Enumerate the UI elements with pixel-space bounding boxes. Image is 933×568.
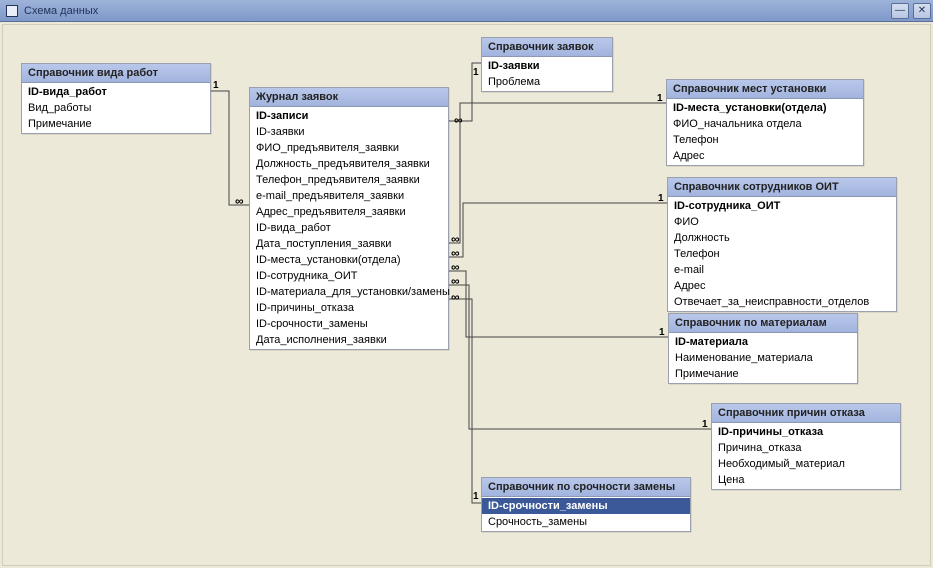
field[interactable]: Необходимый_материал bbox=[712, 456, 900, 472]
field[interactable]: ID-материала bbox=[669, 334, 857, 350]
field[interactable]: Примечание bbox=[22, 116, 210, 132]
svg-text:1: 1 bbox=[473, 67, 479, 78]
close-button[interactable]: ✕ bbox=[913, 3, 931, 19]
field[interactable]: Примечание bbox=[669, 366, 857, 382]
field[interactable]: Телефон_предъявителя_заявки bbox=[250, 172, 448, 188]
table-header[interactable]: Журнал заявок bbox=[250, 88, 448, 107]
svg-text:∞: ∞ bbox=[451, 260, 460, 274]
svg-text:∞: ∞ bbox=[451, 232, 460, 246]
field[interactable]: Срочность_замены bbox=[482, 514, 690, 530]
table-urgency[interactable]: Справочник по срочности замены ID-срочно… bbox=[481, 477, 691, 532]
field[interactable]: Телефон bbox=[667, 132, 863, 148]
svg-text:1: 1 bbox=[658, 193, 664, 204]
svg-text:1: 1 bbox=[473, 491, 479, 502]
field[interactable]: ID-материала_для_установки/замены bbox=[250, 284, 448, 300]
svg-text:1: 1 bbox=[657, 93, 663, 104]
field[interactable]: Адрес_предъявителя_заявки bbox=[250, 204, 448, 220]
field[interactable]: Должность bbox=[668, 230, 896, 246]
field[interactable]: Вид_работы bbox=[22, 100, 210, 116]
relationship-canvas[interactable]: 1 ∞ 1 ∞ 1 ∞ 1 ∞ 1 ∞ 1 ∞ 1 ∞ Справочник в… bbox=[2, 24, 931, 566]
table-header[interactable]: Справочник заявок bbox=[482, 38, 612, 57]
field[interactable]: ID-места_установки(отдела) bbox=[250, 252, 448, 268]
field[interactable]: ФИО bbox=[668, 214, 896, 230]
field[interactable]: Дата_исполнения_заявки bbox=[250, 332, 448, 348]
table-staff[interactable]: Справочник сотрудников ОИТ ID-сотрудника… bbox=[667, 177, 897, 312]
table-materials[interactable]: Справочник по материалам ID-материала На… bbox=[668, 313, 858, 384]
table-header[interactable]: Справочник вида работ bbox=[22, 64, 210, 83]
svg-text:∞: ∞ bbox=[451, 290, 460, 304]
field[interactable]: Причина_отказа bbox=[712, 440, 900, 456]
field[interactable]: ID-сотрудника_ОИТ bbox=[668, 198, 896, 214]
field[interactable]: ID-срочности_замены bbox=[250, 316, 448, 332]
minimize-button[interactable]: — bbox=[891, 3, 909, 19]
table-header[interactable]: Справочник мест установки bbox=[667, 80, 863, 99]
field[interactable]: ID-записи bbox=[250, 108, 448, 124]
table-header[interactable]: Справочник сотрудников ОИТ bbox=[668, 178, 896, 197]
field[interactable]: e-mail_предъявителя_заявки bbox=[250, 188, 448, 204]
field[interactable]: Проблема bbox=[482, 74, 612, 90]
field[interactable]: Цена bbox=[712, 472, 900, 488]
field[interactable]: Адрес bbox=[668, 278, 896, 294]
table-header[interactable]: Справочник причин отказа bbox=[712, 404, 900, 423]
table-requests[interactable]: Справочник заявок ID-заявки Проблема bbox=[481, 37, 613, 92]
svg-text:∞: ∞ bbox=[451, 246, 460, 260]
table-journal[interactable]: Журнал заявок ID-записи ID-заявки ФИО_пр… bbox=[249, 87, 449, 350]
svg-text:∞: ∞ bbox=[235, 194, 244, 208]
field[interactable]: ID-причины_отказа bbox=[250, 300, 448, 316]
table-work-types[interactable]: Справочник вида работ ID-вида_работ Вид_… bbox=[21, 63, 211, 134]
field[interactable]: ID-вида_работ bbox=[250, 220, 448, 236]
field[interactable]: e-mail bbox=[668, 262, 896, 278]
field[interactable]: ID-срочности_замены bbox=[482, 498, 690, 514]
window-title: Схема данных bbox=[24, 5, 98, 17]
field[interactable]: ID-вида_работ bbox=[22, 84, 210, 100]
field[interactable]: ID-сотрудника_ОИТ bbox=[250, 268, 448, 284]
svg-text:∞: ∞ bbox=[454, 113, 463, 127]
table-places[interactable]: Справочник мест установки ID-места_устан… bbox=[666, 79, 864, 166]
svg-text:1: 1 bbox=[213, 80, 219, 91]
field[interactable]: Телефон bbox=[668, 246, 896, 262]
svg-text:∞: ∞ bbox=[451, 274, 460, 288]
field[interactable]: Адрес bbox=[667, 148, 863, 164]
table-header[interactable]: Справочник по материалам bbox=[669, 314, 857, 333]
svg-text:1: 1 bbox=[659, 327, 665, 338]
field[interactable]: Наименование_материала bbox=[669, 350, 857, 366]
svg-text:1: 1 bbox=[702, 419, 708, 430]
application-icon bbox=[6, 5, 18, 17]
field[interactable]: Дата_поступления_заявки bbox=[250, 236, 448, 252]
field[interactable]: Должность_предъявителя_заявки bbox=[250, 156, 448, 172]
field[interactable]: ID-причины_отказа bbox=[712, 424, 900, 440]
field[interactable]: Отвечает_за_неисправности_отделов bbox=[668, 294, 896, 310]
field[interactable]: ФИО_начальника отдела bbox=[667, 116, 863, 132]
field[interactable]: ID-заявки bbox=[250, 124, 448, 140]
window-titlebar: Схема данных — ✕ bbox=[0, 0, 933, 22]
field[interactable]: ID-заявки bbox=[482, 58, 612, 74]
field[interactable]: ФИО_предъявителя_заявки bbox=[250, 140, 448, 156]
table-header[interactable]: Справочник по срочности замены bbox=[482, 478, 690, 497]
field[interactable]: ID-места_установки(отдела) bbox=[667, 100, 863, 116]
table-refusal[interactable]: Справочник причин отказа ID-причины_отка… bbox=[711, 403, 901, 490]
